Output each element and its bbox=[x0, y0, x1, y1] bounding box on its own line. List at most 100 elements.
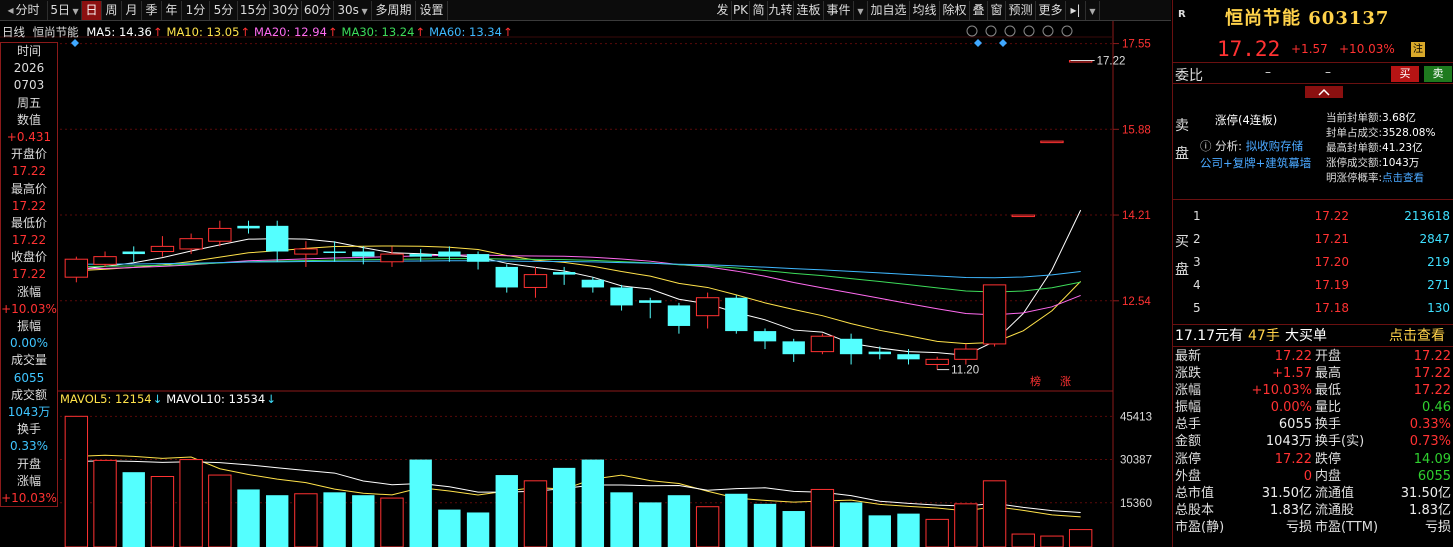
tool-button-1[interactable]: PK bbox=[732, 1, 750, 20]
tool-button-12[interactable]: 更多 bbox=[1036, 1, 1066, 20]
event-badge[interactable]: 涨 bbox=[1060, 375, 1071, 388]
period-tab-10[interactable]: 30分 bbox=[270, 1, 302, 20]
candle-body-up[interactable] bbox=[380, 253, 404, 263]
diamond-marker-icon[interactable] bbox=[999, 39, 1007, 47]
candle-body-up[interactable] bbox=[93, 256, 117, 265]
more-dropdown-icon[interactable]: ▼ bbox=[1086, 1, 1100, 20]
analysis-line[interactable]: ⓘ 分析: 拟收购存储 bbox=[1200, 138, 1303, 154]
candle-body-down[interactable] bbox=[323, 251, 346, 254]
period-tab-13[interactable]: 多周期 bbox=[372, 1, 416, 20]
period-tab-4[interactable]: 月 bbox=[122, 1, 142, 20]
period-tab-0[interactable]: ◂ 分时 bbox=[0, 1, 48, 20]
bid-level-row[interactable]: 1 17.22 213618 bbox=[1193, 205, 1453, 228]
period-tab-7[interactable]: 1分 bbox=[182, 1, 210, 20]
period-tab-6[interactable]: 年 bbox=[162, 1, 182, 20]
candle-body-up[interactable] bbox=[294, 248, 318, 255]
tool-button-8[interactable]: 除权 bbox=[940, 1, 970, 20]
quote-stat-value: 亏损 bbox=[1285, 519, 1312, 535]
candle-body-down[interactable] bbox=[639, 300, 662, 303]
candle-body-up[interactable] bbox=[64, 258, 89, 278]
tool-button-10[interactable]: 窗 bbox=[988, 1, 1006, 20]
period-tab-3[interactable]: 周 bbox=[102, 1, 122, 20]
candle-body-down[interactable] bbox=[552, 272, 576, 275]
candle-body-up[interactable] bbox=[982, 284, 1007, 345]
analysis-line-2[interactable]: 公司+复牌+建筑幕墙 bbox=[1200, 155, 1311, 171]
chart-canvas[interactable]: 17.55 15.88 14.21 12.54 45413 30387 15360 17.22… bbox=[0, 21, 1171, 547]
candle-body-down[interactable] bbox=[782, 341, 805, 355]
kline-chart[interactable]: 17.55 15.88 14.21 12.54 45413 30387 15360 17.22… bbox=[0, 21, 1171, 547]
candle-body-up[interactable] bbox=[695, 297, 720, 317]
tool-button-9[interactable]: 叠 bbox=[970, 1, 988, 20]
tool-button-0[interactable]: 发 bbox=[714, 1, 732, 20]
candle-body-down[interactable] bbox=[868, 351, 891, 355]
candle-body-down[interactable] bbox=[667, 305, 691, 326]
candle-body-down[interactable] bbox=[266, 225, 289, 252]
limit-up-stat[interactable]: 明涨停概率:点击查看 bbox=[1326, 170, 1424, 185]
analysis-text[interactable]: 拟收购存储 bbox=[1246, 139, 1304, 153]
bid-level-row[interactable]: 2 17.21 2847 bbox=[1193, 228, 1453, 251]
candle-body-down[interactable] bbox=[438, 251, 461, 257]
candle-body-down[interactable] bbox=[839, 338, 863, 355]
hand-icon[interactable] bbox=[1042, 25, 1054, 37]
period-tab-5[interactable]: 季 bbox=[142, 1, 162, 20]
event-badge[interactable]: 榜 bbox=[1030, 374, 1041, 388]
bid-level-row[interactable]: 3 17.20 219 bbox=[1193, 251, 1453, 274]
bid-level: 4 bbox=[1193, 278, 1201, 292]
candle-body-down[interactable] bbox=[352, 251, 375, 257]
limit-up-stat-value: 41.23亿 bbox=[1382, 142, 1423, 154]
period-tab-14[interactable]: 设置 bbox=[416, 1, 448, 20]
bid-level-row[interactable]: 4 17.19 271 bbox=[1193, 274, 1453, 297]
collapse-icon[interactable] bbox=[1305, 86, 1343, 98]
quote-stat-value: +1.57 bbox=[1272, 366, 1312, 382]
event-dropdown-icon[interactable]: ▼ bbox=[854, 1, 868, 20]
candle-body-up[interactable] bbox=[150, 245, 175, 253]
tool-button-7[interactable]: 均线 bbox=[910, 1, 940, 20]
eye-icon[interactable] bbox=[1023, 25, 1035, 37]
candle-body-down[interactable] bbox=[897, 354, 920, 360]
candle-body-up[interactable] bbox=[1011, 214, 1035, 218]
candle-body-up[interactable] bbox=[1040, 140, 1064, 144]
candle-body-down[interactable] bbox=[409, 254, 432, 257]
candle-body-down[interactable] bbox=[122, 251, 145, 255]
candle-body-down[interactable] bbox=[610, 287, 633, 306]
period-tab-1[interactable]: 5日 ▼ bbox=[48, 1, 82, 20]
note-badge[interactable]: 注 bbox=[1411, 42, 1425, 57]
crosshair-info-panel: 时间 2026 0703 周五 数值 +0.431 开盘价 17.22 最高价 17.22 最低价 1… bbox=[0, 42, 58, 507]
period-tab-9[interactable]: 15分 bbox=[238, 1, 270, 20]
period-tab-2[interactable]: 日 bbox=[82, 1, 102, 20]
candle-body-up[interactable] bbox=[954, 348, 978, 360]
diamond-marker-icon[interactable] bbox=[71, 39, 79, 47]
diamond-marker-icon[interactable] bbox=[974, 39, 982, 47]
expand-icon[interactable] bbox=[1061, 25, 1073, 37]
candle-body-up[interactable] bbox=[810, 335, 835, 353]
sell-button[interactable]: 卖 bbox=[1424, 66, 1452, 82]
period-tab-11[interactable]: 60分 bbox=[302, 1, 334, 20]
big-buy-link[interactable]: 点击查看 bbox=[1389, 325, 1445, 347]
candle-body-down[interactable] bbox=[581, 279, 605, 288]
candle-body-down[interactable] bbox=[725, 297, 748, 332]
tool-button-4[interactable]: 连板 bbox=[794, 1, 824, 20]
period-tab-8[interactable]: 5分 bbox=[210, 1, 238, 20]
info-value: 6055 bbox=[13, 370, 45, 385]
candle-body-down[interactable] bbox=[495, 266, 518, 288]
limit-up-probability-link[interactable]: 点击查看 bbox=[1382, 172, 1424, 184]
candle-body-down[interactable] bbox=[237, 225, 260, 229]
candle-body-down[interactable] bbox=[753, 331, 777, 342]
eye-icon[interactable] bbox=[1004, 25, 1016, 37]
candle-body-down[interactable] bbox=[466, 254, 490, 262]
tool-button-3[interactable]: 九转 bbox=[768, 1, 794, 20]
period-tab-12[interactable]: 30s ▼ bbox=[334, 1, 372, 20]
candle-body-up[interactable] bbox=[208, 227, 232, 242]
settings-gear-icon[interactable] bbox=[966, 25, 978, 37]
candle-body-up[interactable] bbox=[179, 238, 203, 250]
pen-icon[interactable] bbox=[985, 25, 997, 37]
candle-body-up[interactable] bbox=[523, 274, 548, 288]
tool-button-11[interactable]: 预测 bbox=[1006, 1, 1036, 20]
tool-button-2[interactable]: 简 bbox=[750, 1, 768, 20]
pin-icon[interactable]: ▸| bbox=[1066, 1, 1086, 20]
buy-button[interactable]: 买 bbox=[1391, 66, 1419, 82]
tool-button-5[interactable]: 事件 bbox=[824, 1, 854, 20]
tool-button-6[interactable]: 加自选 bbox=[868, 1, 910, 20]
bid-level-row[interactable]: 5 17.18 130 bbox=[1193, 297, 1453, 320]
candle-body-up[interactable] bbox=[925, 358, 949, 365]
